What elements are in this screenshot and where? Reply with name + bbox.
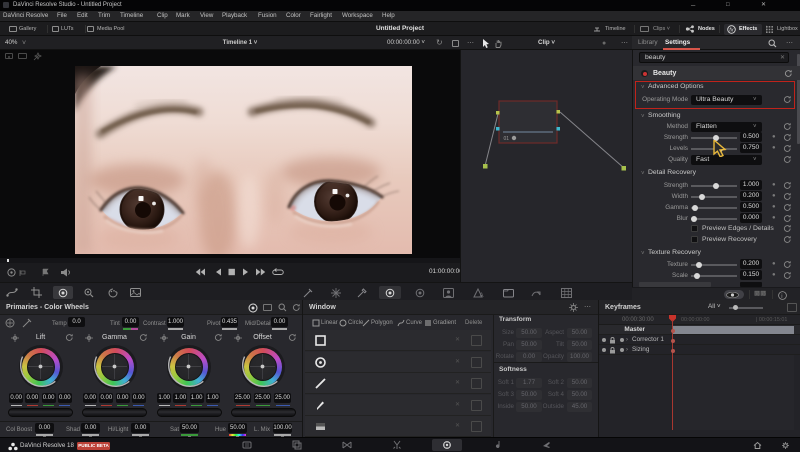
svg-text:A: A <box>480 293 484 298</box>
svg-text:01: 01 <box>504 136 510 142</box>
svg-text:fx: fx <box>729 28 734 34</box>
svg-text:i: i <box>781 293 782 299</box>
